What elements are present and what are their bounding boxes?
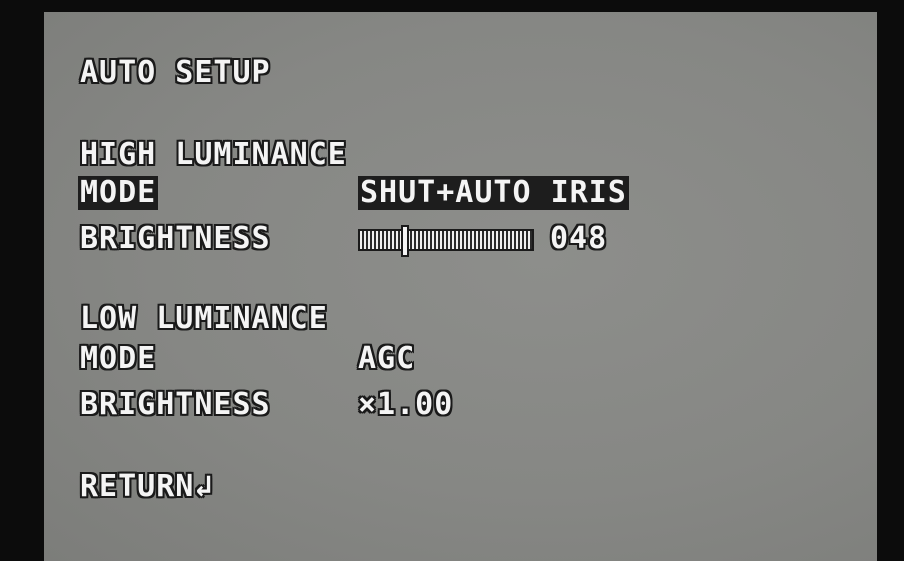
high-luminance-mode-label[interactable]: MODE — [78, 176, 159, 210]
return-button[interactable]: RETURN↲ — [80, 470, 213, 504]
low-luminance-brightness-value[interactable]: ×1.00 — [358, 388, 453, 422]
low-luminance-brightness-label[interactable]: BRIGHTNESS — [80, 388, 271, 422]
low-luminance-heading: LOW LUMINANCE — [80, 301, 328, 336]
low-luminance-mode-label[interactable]: MODE — [80, 342, 156, 376]
low-luminance-mode-value[interactable]: AGC — [358, 342, 415, 376]
slider-thumb[interactable] — [401, 225, 409, 257]
top-border — [0, 0, 904, 12]
high-luminance-brightness-slider[interactable] — [358, 225, 534, 257]
page-title: AUTO SETUP — [80, 55, 271, 90]
high-luminance-mode-value[interactable]: SHUT+AUTO IRIS — [358, 176, 629, 210]
high-luminance-brightness-label[interactable]: BRIGHTNESS — [80, 222, 271, 256]
high-luminance-heading: HIGH LUMINANCE — [80, 137, 347, 172]
high-luminance-brightness-value: 048 — [550, 221, 608, 256]
